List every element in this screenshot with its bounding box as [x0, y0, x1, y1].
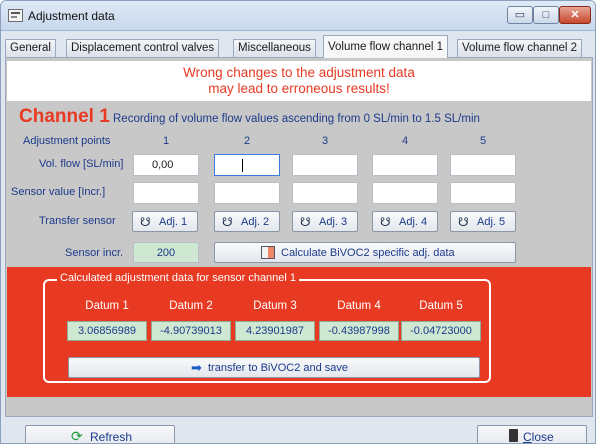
sensor-value-field-4[interactable]	[372, 182, 438, 204]
adj-2-button[interactable]: ☋ Adj. 2	[214, 211, 280, 232]
tab-volume-flow-channel-1[interactable]: Volume flow channel 1	[323, 35, 449, 58]
calculator-chart-icon	[261, 246, 275, 259]
vol-flow-field-3[interactable]	[292, 154, 358, 176]
vol-flow-field-1[interactable]: 0,00	[133, 154, 199, 176]
column-header-4: 4	[401, 135, 409, 147]
adj-3-label: Adj. 3	[319, 216, 348, 228]
arrow-right-icon: ➡	[191, 360, 202, 375]
close-window-button[interactable]: ✕	[559, 6, 591, 24]
sensor-value-field-5[interactable]	[450, 182, 516, 204]
tab-displacement-control-valves[interactable]: Displacement control valves	[66, 39, 220, 57]
sensor-icon: ☋	[222, 215, 233, 229]
column-header-3: 3	[321, 135, 329, 147]
adj-2-label: Adj. 2	[241, 216, 270, 228]
transfer-and-save-label: transfer to BiVOC2 and save	[208, 362, 349, 374]
tab-bar: General Displacement control valves Misc…	[5, 35, 593, 58]
sensor-incr-value: 200	[133, 242, 199, 263]
tab-miscellaneous[interactable]: Miscellaneous	[233, 39, 316, 57]
adj-4-button[interactable]: ☋ Adj. 4	[372, 211, 438, 232]
warning-line-1: Wrong changes to the adjustment data	[183, 65, 415, 80]
vol-flow-field-4[interactable]	[372, 154, 438, 176]
vol-flow-field-5[interactable]	[450, 154, 516, 176]
column-header-1: 1	[162, 135, 170, 147]
sensor-value-label: Sensor value [Incr.]	[11, 186, 106, 198]
text-caret	[242, 159, 243, 172]
refresh-icon: ⟳	[71, 428, 83, 444]
calculated-data-group-title: Calculated adjustment data for sensor ch…	[57, 272, 300, 284]
adj-4-label: Adj. 4	[399, 216, 428, 228]
tab-general[interactable]: General	[5, 39, 56, 57]
datum-4-value: -0.43987998	[319, 321, 399, 341]
sensor-icon: ☋	[140, 215, 151, 229]
sensor-icon: ☋	[458, 215, 469, 229]
calculate-adj-data-button[interactable]: Calculate BiVOC2 specific adj. data	[214, 242, 516, 263]
transfer-and-save-button[interactable]: ➡ transfer to BiVOC2 and save	[68, 357, 480, 378]
title-bar: Adjustment data ▭ □ ✕	[1, 1, 595, 31]
app-icon	[8, 9, 23, 22]
datum-1-value: 3.06856989	[67, 321, 147, 341]
vol-flow-label: Vol. flow [SL/min]	[39, 158, 124, 170]
refresh-button[interactable]: ⟳ Refresh	[25, 425, 175, 444]
adj-1-button[interactable]: ☋ Adj. 1	[132, 211, 198, 232]
adj-5-button[interactable]: ☋ Adj. 5	[450, 211, 516, 232]
warning-area: Wrong changes to the adjustment data may…	[7, 61, 591, 101]
datum-3-value: 4.23901987	[235, 321, 315, 341]
refresh-label: Refresh	[90, 430, 133, 444]
datum-5-label: Datum 5	[419, 300, 463, 312]
datum-2-label: Datum 2	[169, 300, 213, 312]
sensor-value-field-1[interactable]	[133, 182, 199, 204]
adj-5-label: Adj. 5	[477, 216, 506, 228]
adj-3-button[interactable]: ☋ Adj. 3	[292, 211, 358, 232]
window-title: Adjustment data	[28, 9, 115, 23]
tab-volume-flow-channel-2[interactable]: Volume flow channel 2	[457, 39, 583, 57]
datum-1-label: Datum 1	[85, 300, 129, 312]
warning-text: Wrong changes to the adjustment data may…	[7, 65, 591, 97]
datum-5-value: -0.04723000	[401, 321, 481, 341]
maximize-button[interactable]: □	[533, 6, 559, 24]
channel-title: Channel 1	[19, 106, 110, 127]
sensor-icon: ☋	[380, 215, 391, 229]
transfer-sensor-label: Transfer sensor	[39, 215, 116, 227]
datum-4-label: Datum 4	[337, 300, 381, 312]
sensor-incr-label: Sensor incr.	[65, 247, 124, 259]
adjustment-data-window: Adjustment data ▭ □ ✕ General Displaceme…	[0, 0, 596, 444]
close-button[interactable]: Close	[477, 425, 587, 444]
door-exit-icon	[509, 429, 518, 442]
sensor-value-field-3[interactable]	[292, 182, 358, 204]
warning-line-2: may lead to erroneous results!	[208, 81, 390, 96]
close-label: Close	[523, 430, 554, 444]
vol-flow-field-2[interactable]	[214, 154, 280, 176]
adjustment-points-label: Adjustment points	[23, 135, 111, 147]
datum-2-value: -4.90739013	[151, 321, 231, 341]
column-header-5: 5	[479, 135, 487, 147]
adj-1-label: Adj. 1	[159, 216, 188, 228]
datum-3-label: Datum 3	[253, 300, 297, 312]
channel-subtitle: Recording of volume flow values ascendin…	[113, 113, 480, 125]
column-header-2: 2	[243, 135, 251, 147]
calculate-adj-data-label: Calculate BiVOC2 specific adj. data	[281, 247, 455, 259]
sensor-icon: ☋	[300, 215, 311, 229]
minimize-button[interactable]: ▭	[507, 6, 533, 24]
sensor-value-field-2[interactable]	[214, 182, 280, 204]
